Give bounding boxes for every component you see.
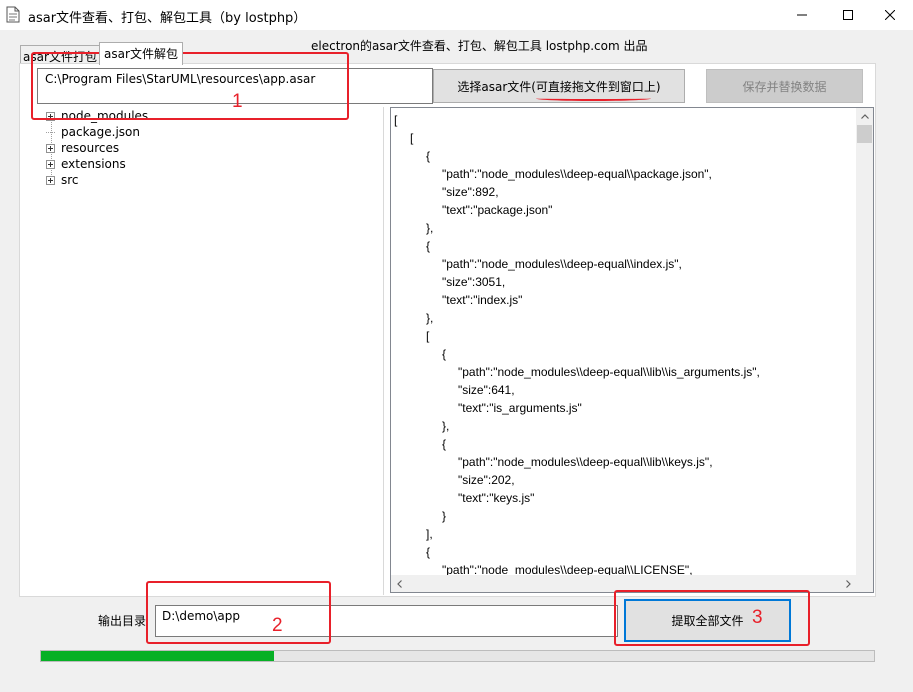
json-line: "path":"node_modules\\deep-equal\\LICENS… bbox=[442, 563, 693, 575]
file-tree[interactable]: node_modules package.json resources exte… bbox=[37, 107, 384, 595]
expand-icon[interactable] bbox=[46, 111, 55, 121]
output-dir-input[interactable]: D:\demo\app bbox=[155, 605, 618, 637]
tree-item-label: extensions bbox=[61, 157, 126, 171]
tree-item-src[interactable]: src bbox=[46, 172, 79, 188]
vertical-scrollbar[interactable] bbox=[856, 108, 873, 575]
json-line: [ bbox=[426, 329, 430, 343]
json-line: [ bbox=[410, 131, 414, 145]
json-line: } bbox=[442, 509, 447, 523]
json-line: }, bbox=[426, 311, 434, 325]
chevron-left-icon bbox=[397, 579, 402, 588]
json-line: { bbox=[442, 437, 447, 451]
progress-bar bbox=[40, 650, 875, 662]
json-line: "path":"node_modules\\deep-equal\\lib\\i… bbox=[458, 365, 760, 379]
json-line: "path":"node_modules\\deep-equal\\index.… bbox=[442, 257, 682, 271]
annotation-label-3: 3 bbox=[752, 607, 763, 628]
json-line: [ bbox=[394, 113, 398, 127]
tree-item-extensions[interactable]: extensions bbox=[46, 156, 126, 172]
json-text-area[interactable]: [ [ { "path":"node_modules\\deep-equal\\pac… bbox=[390, 107, 874, 593]
scroll-corner bbox=[856, 575, 873, 592]
minimize-button[interactable] bbox=[779, 0, 825, 30]
expand-icon[interactable] bbox=[46, 175, 55, 185]
tree-item-label: node_modules bbox=[61, 109, 149, 123]
json-line: { bbox=[426, 149, 431, 163]
extract-all-button[interactable]: 提取全部文件 bbox=[624, 599, 791, 642]
tree-item-resources[interactable]: resources bbox=[46, 140, 119, 156]
progress-bar-fill bbox=[41, 651, 275, 661]
close-icon bbox=[885, 10, 895, 20]
title-bar: asar文件查看、打包、解包工具（by lostphp） bbox=[0, 0, 913, 30]
document-icon bbox=[6, 6, 20, 23]
expand-icon[interactable] bbox=[46, 159, 55, 169]
json-line: { bbox=[426, 545, 431, 559]
scroll-right-button[interactable] bbox=[840, 575, 857, 592]
json-line: ], bbox=[426, 527, 433, 541]
json-line: "path":"node_modules\\deep-equal\\lib\\k… bbox=[458, 455, 713, 469]
output-dir-label: 输出目录 bbox=[98, 614, 147, 628]
tree-item-label: resources bbox=[61, 141, 120, 155]
json-line: "text":"is_arguments.js" bbox=[458, 401, 582, 415]
json-line: "text":"package.json" bbox=[442, 203, 553, 217]
minimize-icon bbox=[797, 14, 807, 16]
scroll-up-button[interactable] bbox=[856, 108, 873, 125]
json-line: "path":"node_modules\\deep-equal\\packag… bbox=[442, 167, 712, 181]
save-replace-button[interactable]: 保存并替换数据 bbox=[706, 69, 863, 103]
tree-branch-line bbox=[46, 131, 55, 133]
tree-item-label: package.json bbox=[61, 125, 141, 139]
tree-item-node-modules[interactable]: node_modules bbox=[46, 108, 148, 124]
annotation-label-2: 2 bbox=[272, 615, 283, 636]
json-line: }, bbox=[426, 221, 434, 235]
select-asar-button-label: 选择asar文件(可直接拖文件到窗口上) bbox=[457, 79, 661, 94]
chevron-right-icon bbox=[846, 579, 851, 588]
json-line: { bbox=[442, 347, 447, 361]
close-button[interactable] bbox=[867, 0, 913, 30]
tab-unpack[interactable]: asar文件解包 bbox=[99, 42, 183, 65]
json-line: "size":641, bbox=[458, 383, 515, 397]
horizontal-scrollbar[interactable] bbox=[391, 575, 857, 592]
annotation-label-1: 1 bbox=[232, 91, 243, 112]
json-line: "size":3051, bbox=[442, 275, 506, 289]
extract-all-button-label: 提取全部文件 bbox=[671, 614, 744, 628]
chevron-up-icon bbox=[860, 114, 869, 119]
tree-item-label: src bbox=[61, 173, 79, 187]
vertical-scroll-thumb[interactable] bbox=[857, 125, 872, 143]
json-line: "text":"index.js" bbox=[442, 293, 523, 307]
tab-pack[interactable]: asar文件打包 bbox=[20, 45, 100, 64]
tree-item-package-json[interactable]: package.json bbox=[46, 124, 140, 140]
maximize-button[interactable] bbox=[825, 0, 871, 30]
json-content[interactable]: [ [ { "path":"node_modules\\deep-equal\\pac… bbox=[391, 108, 857, 575]
maximize-icon bbox=[843, 10, 853, 20]
json-line: "size":892, bbox=[442, 185, 499, 199]
app-subtitle: electron的asar文件查看、打包、解包工具 lostphp.com 出品 bbox=[311, 39, 648, 53]
window-title: asar文件查看、打包、解包工具（by lostphp） bbox=[28, 11, 307, 26]
annotation-underline bbox=[536, 96, 651, 101]
save-replace-button-label: 保存并替换数据 bbox=[742, 79, 827, 94]
json-line: { bbox=[426, 239, 431, 253]
json-line: }, bbox=[442, 419, 450, 433]
json-line: "text":"keys.js" bbox=[458, 491, 535, 505]
json-line: "size":202, bbox=[458, 473, 515, 487]
scroll-left-button[interactable] bbox=[391, 575, 408, 592]
expand-icon[interactable] bbox=[46, 143, 55, 153]
